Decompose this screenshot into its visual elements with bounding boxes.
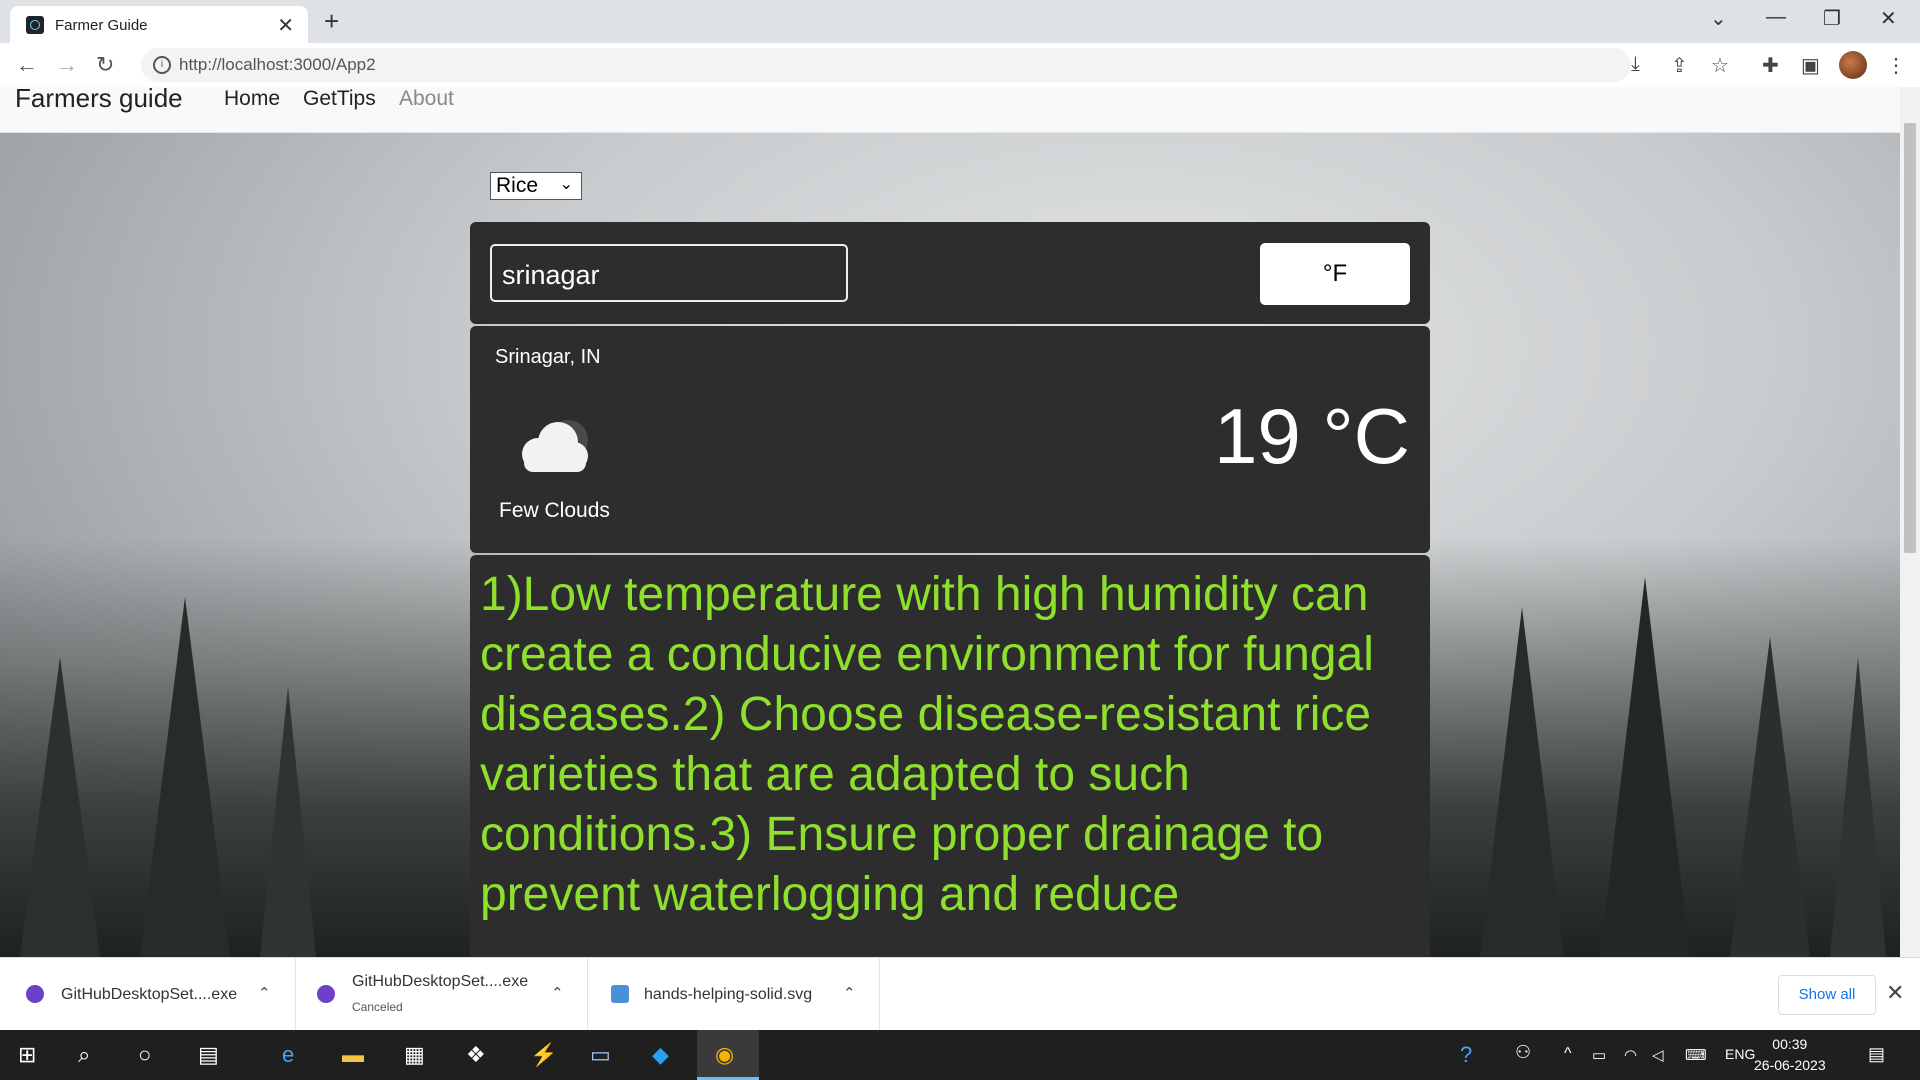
browser-toolbar: ← → ↻ i http://localhost:3000/App2 ⤓ ⇪ ☆… xyxy=(0,43,1920,88)
powershell-icon[interactable]: ⚡ xyxy=(530,1042,557,1068)
github-icon xyxy=(317,985,335,1003)
install-icon[interactable]: ⤓ xyxy=(1631,53,1640,76)
windows-start-icon[interactable]: ⊞ xyxy=(18,1042,36,1068)
extensions-icon[interactable]: ✚ xyxy=(1762,53,1779,78)
store-icon[interactable]: ▦ xyxy=(404,1042,425,1068)
page-scrollbar[interactable] xyxy=(1900,87,1920,957)
notifications-icon[interactable]: ▤ xyxy=(1868,1044,1885,1065)
file-explorer-icon[interactable]: ▬ xyxy=(342,1042,364,1068)
download-item[interactable]: hands-helping-solid.svg ⌃ xyxy=(587,958,880,1031)
download-name: GitHubDesktopSet....exe xyxy=(352,973,529,990)
clock-time: 00:39 xyxy=(1772,1036,1808,1052)
bookmark-star-icon[interactable]: ☆ xyxy=(1711,53,1729,78)
people-icon[interactable]: ⚇ xyxy=(1515,1042,1531,1063)
city-label: Srinagar, IN xyxy=(495,346,601,368)
new-tab-icon[interactable]: + xyxy=(324,6,339,37)
tree-shape xyxy=(140,597,230,957)
city-search-input[interactable]: srinagar xyxy=(490,244,848,302)
cortana-icon[interactable]: ○ xyxy=(138,1042,151,1068)
brand-title[interactable]: Farmers guide xyxy=(15,87,183,114)
dropbox-icon[interactable]: ❖ xyxy=(466,1042,486,1068)
chevron-up-icon[interactable]: ⌃ xyxy=(551,984,564,1002)
cloud-icon xyxy=(522,420,588,472)
clock-date: 26-06-2023 xyxy=(1754,1057,1826,1073)
crop-select[interactable]: Rice ⌄ xyxy=(490,172,582,200)
tree-shape xyxy=(20,657,100,957)
windows-taskbar: ⊞ ⌕ ○ ▤ e ▬ ▦ ❖ ⚡ ▭ ◆ ◉ ? ⚇ ^ ▭ ◠ ◁ ⌨ EN… xyxy=(0,1030,1920,1080)
site-info-icon[interactable]: i xyxy=(153,56,171,74)
download-status: Canceled xyxy=(352,1000,403,1014)
clock[interactable]: 00:39 26-06-2023 xyxy=(1754,1034,1826,1076)
show-all-button[interactable]: Show all xyxy=(1778,975,1876,1015)
menu-icon[interactable]: ⋮ xyxy=(1886,53,1906,78)
task-view-icon[interactable]: ▤ xyxy=(198,1042,219,1068)
tips-text: 1)Low temperature with high humidity can… xyxy=(480,568,1374,921)
chrome-icon: ◉ xyxy=(715,1042,735,1067)
chevron-up-icon[interactable]: ^ xyxy=(1564,1045,1572,1063)
forward-icon[interactable]: → xyxy=(56,52,78,78)
side-panel-icon[interactable]: ▣ xyxy=(1801,53,1820,78)
back-icon[interactable]: ← xyxy=(16,52,38,78)
tree-shape xyxy=(1480,607,1564,957)
wifi-icon[interactable]: ◠ xyxy=(1624,1046,1637,1064)
help-icon[interactable]: ? xyxy=(1460,1042,1472,1068)
browser-tab[interactable]: Farmer Guide ✕ xyxy=(10,6,308,43)
restore-icon[interactable]: ❐ xyxy=(1823,6,1841,31)
battery-icon[interactable]: ▭ xyxy=(1592,1046,1606,1064)
nav-link-about[interactable]: About xyxy=(399,87,454,111)
search-panel: srinagar °F xyxy=(470,222,1430,324)
weather-panel: Srinagar, IN Few Clouds 19 °C xyxy=(470,326,1430,553)
language-indicator[interactable]: ENG xyxy=(1725,1046,1755,1062)
chevron-up-icon[interactable]: ⌃ xyxy=(843,984,856,1002)
url-text[interactable]: http://localhost:3000/App2 xyxy=(179,55,376,75)
tree-shape xyxy=(1830,657,1886,957)
search-icon[interactable]: ⌕ xyxy=(78,1042,90,1068)
github-icon xyxy=(26,985,44,1003)
app-navbar: Farmers guide Home GetTips About xyxy=(0,87,1900,133)
download-name: GitHubDesktopSet....exe xyxy=(61,986,238,1003)
react-favicon-icon xyxy=(26,16,44,34)
share-icon[interactable]: ⇪ xyxy=(1671,53,1688,78)
tab-search-icon[interactable]: ⌄ xyxy=(1710,6,1727,31)
download-name: hands-helping-solid.svg xyxy=(644,986,813,1003)
crop-select-value: Rice xyxy=(496,174,539,197)
download-item[interactable]: GitHubDesktopSet....exe Canceled ⌃ xyxy=(295,958,588,1031)
close-window-icon[interactable]: ✕ xyxy=(1880,6,1897,31)
chevron-up-icon[interactable]: ⌃ xyxy=(258,984,271,1002)
unit-toggle-button[interactable]: °F xyxy=(1260,243,1410,305)
address-bar[interactable]: i http://localhost:3000/App2 xyxy=(141,48,1631,82)
profile-avatar[interactable] xyxy=(1839,51,1867,79)
chrome-taskbar-button[interactable]: ◉ xyxy=(697,1030,759,1080)
nav-link-gettips[interactable]: GetTips xyxy=(303,87,376,111)
page-viewport: Farmers guide Home GetTips About Rice ⌄ … xyxy=(0,87,1900,957)
tree-shape xyxy=(1730,637,1810,957)
tree-shape xyxy=(260,687,316,957)
downloads-bar: GitHubDesktopSet....exe ⌃ GitHubDesktopS… xyxy=(0,957,1920,1031)
chevron-down-icon: ⌄ xyxy=(559,176,573,193)
vscode-icon[interactable]: ◆ xyxy=(652,1042,669,1068)
download-item[interactable]: GitHubDesktopSet....exe ⌃ xyxy=(0,958,296,1031)
browser-tab-strip: Farmer Guide ✕ + ⌄ — ❐ ✕ xyxy=(0,0,1920,43)
volume-icon[interactable]: ◁ xyxy=(1652,1046,1664,1064)
edge-icon[interactable]: e xyxy=(282,1042,294,1068)
scrollbar-thumb[interactable] xyxy=(1904,123,1916,553)
tab-title: Farmer Guide xyxy=(55,17,148,34)
nav-link-home[interactable]: Home xyxy=(224,87,280,111)
weather-description: Few Clouds xyxy=(499,499,610,522)
close-downloads-icon[interactable]: ✕ xyxy=(1886,980,1904,1006)
tree-shape xyxy=(1600,577,1690,957)
network-app-icon[interactable]: ▭ xyxy=(590,1042,611,1068)
tips-panel: 1)Low temperature with high humidity can… xyxy=(470,555,1430,957)
reload-icon[interactable]: ↻ xyxy=(96,52,114,78)
file-icon xyxy=(611,985,629,1003)
tab-close-icon[interactable]: ✕ xyxy=(277,13,294,38)
minimize-icon[interactable]: — xyxy=(1766,6,1786,29)
keyboard-icon[interactable]: ⌨ xyxy=(1685,1046,1707,1064)
temperature-value: 19 °C xyxy=(1214,392,1410,480)
